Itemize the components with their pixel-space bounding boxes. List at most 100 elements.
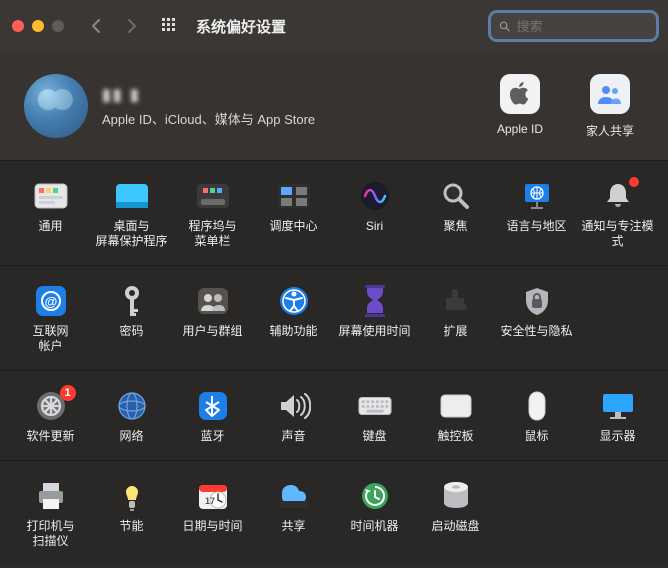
pref-security[interactable]: 安全性与隐私 — [496, 284, 577, 356]
network-icon — [115, 391, 149, 421]
family-sharing-label: 家人共享 — [586, 122, 634, 139]
back-button[interactable] — [82, 14, 110, 38]
window-title: 系统偏好设置 — [196, 16, 286, 37]
notification-dot — [629, 177, 639, 187]
energy-icon — [115, 481, 149, 511]
pref-label: 用户与群组 — [182, 324, 242, 339]
pref-language[interactable]: 语言与地区 — [496, 179, 577, 251]
pref-label: 扩展 — [443, 324, 467, 339]
pref-internet-accounts[interactable]: @ 互联网帐户 — [10, 284, 91, 356]
pref-label: 通用 — [38, 219, 62, 234]
pref-label: 声音 — [281, 429, 305, 444]
trackpad-icon — [439, 391, 473, 421]
pref-label: 通知与专注模式 — [579, 219, 656, 249]
pref-spotlight[interactable]: 聚焦 — [415, 179, 496, 251]
pref-notifications[interactable]: 通知与专注模式 — [577, 179, 658, 251]
pref-label: 桌面与屏幕保护程序 — [95, 219, 167, 249]
svg-text:@: @ — [44, 294, 57, 309]
search-field[interactable] — [491, 13, 656, 39]
pref-section: 1 软件更新 网络 蓝牙 声音 键盘 触控板 鼠标显示器 — [0, 370, 668, 460]
pref-label: 辅助功能 — [269, 324, 317, 339]
apple-logo-icon — [500, 74, 540, 114]
time-machine-icon — [358, 481, 392, 511]
zoom-window-button[interactable] — [52, 20, 64, 32]
pref-bluetooth[interactable]: 蓝牙 — [172, 389, 253, 446]
security-icon — [520, 286, 554, 316]
apple-id-label: Apple ID — [497, 122, 543, 136]
pref-label: 网络 — [119, 429, 143, 444]
pref-software-update[interactable]: 1 软件更新 — [10, 389, 91, 446]
pref-label: 触控板 — [437, 429, 473, 444]
pref-label: 调度中心 — [269, 219, 317, 234]
family-icon — [590, 74, 630, 114]
pref-mission-control[interactable]: 调度中心 — [253, 179, 334, 251]
startup-disk-icon — [439, 481, 473, 511]
software-update-icon: 1 — [34, 391, 68, 421]
avatar[interactable] — [24, 74, 88, 138]
accessibility-icon — [277, 286, 311, 316]
apple-id-tile[interactable]: Apple ID — [486, 74, 554, 139]
pref-general[interactable]: 通用 — [10, 179, 91, 251]
pref-label: 屏幕使用时间 — [338, 324, 410, 339]
printers-icon — [34, 481, 68, 511]
pref-sound[interactable]: 声音 — [253, 389, 334, 446]
account-subtitle[interactable]: Apple ID、iCloud、媒体与 App Store — [102, 109, 315, 128]
language-icon — [520, 181, 554, 211]
pref-label: 键盘 — [362, 429, 386, 444]
pref-passwords[interactable]: 密码 — [91, 284, 172, 356]
pref-label: 软件更新 — [26, 429, 74, 444]
pref-time-machine[interactable]: 时间机器 — [334, 479, 415, 551]
pref-users-groups[interactable]: 用户与群组 — [172, 284, 253, 356]
pref-printers[interactable]: 打印机与扫描仪 — [10, 479, 91, 551]
extensions-icon — [439, 286, 473, 316]
notifications-icon — [601, 181, 635, 211]
account-name: ▮▮ ▮ — [102, 85, 315, 105]
svg-text:17: 17 — [205, 496, 215, 506]
titlebar: 系统偏好设置 — [0, 0, 668, 52]
pref-siri[interactable]: Siri — [334, 179, 415, 251]
family-sharing-tile[interactable]: 家人共享 — [576, 74, 644, 139]
pref-label: 蓝牙 — [200, 429, 224, 444]
pref-startup-disk[interactable]: 启动磁盘 — [415, 479, 496, 551]
pref-keyboard[interactable]: 键盘 — [334, 389, 415, 446]
pref-screen-time[interactable]: 屏幕使用时间 — [334, 284, 415, 356]
pref-label: 互联网帐户 — [32, 324, 68, 354]
desktop-icon — [115, 181, 149, 211]
pref-label: 安全性与隐私 — [500, 324, 572, 339]
pref-trackpad[interactable]: 触控板 — [415, 389, 496, 446]
mouse-icon — [520, 391, 554, 421]
pref-extensions[interactable]: 扩展 — [415, 284, 496, 356]
update-badge: 1 — [60, 385, 76, 401]
minimize-window-button[interactable] — [32, 20, 44, 32]
pref-label: 程序坞与菜单栏 — [188, 219, 236, 249]
passwords-icon — [115, 286, 149, 316]
pref-label: 语言与地区 — [506, 219, 566, 234]
forward-button[interactable] — [118, 14, 146, 38]
pref-network[interactable]: 网络 — [91, 389, 172, 446]
sound-icon — [277, 391, 311, 421]
pref-label: 聚焦 — [443, 219, 467, 234]
internet-accounts-icon: @ — [34, 286, 68, 316]
pref-date-time[interactable]: 17日期与时间 — [172, 479, 253, 551]
displays-icon — [601, 391, 635, 421]
pref-label: 打印机与扫描仪 — [26, 519, 74, 549]
mission-control-icon — [277, 181, 311, 211]
pref-section: 通用 桌面与屏幕保护程序程序坞与菜单栏 调度中心 Siri 聚焦 语言与地区通知与专注模式 — [0, 160, 668, 265]
pref-dock[interactable]: 程序坞与菜单栏 — [172, 179, 253, 251]
pref-displays[interactable]: 显示器 — [577, 389, 658, 446]
dock-icon — [196, 181, 230, 211]
search-input[interactable] — [516, 19, 648, 34]
pref-accessibility[interactable]: 辅助功能 — [253, 284, 334, 356]
pref-section: @ 互联网帐户密码用户与群组 辅助功能 屏幕使用时间 扩展 安全性与隐私 — [0, 265, 668, 370]
spotlight-icon — [439, 181, 473, 211]
pref-label: 启动磁盘 — [431, 519, 479, 534]
pref-desktop[interactable]: 桌面与屏幕保护程序 — [91, 179, 172, 251]
pref-sharing[interactable]: 共享 — [253, 479, 334, 551]
show-all-button[interactable] — [158, 14, 182, 38]
sharing-icon — [277, 481, 311, 511]
pref-section: 打印机与扫描仪节能17日期与时间共享时间机器启动磁盘 — [0, 460, 668, 565]
pref-mouse[interactable]: 鼠标 — [496, 389, 577, 446]
bluetooth-icon — [196, 391, 230, 421]
pref-energy[interactable]: 节能 — [91, 479, 172, 551]
close-window-button[interactable] — [12, 20, 24, 32]
